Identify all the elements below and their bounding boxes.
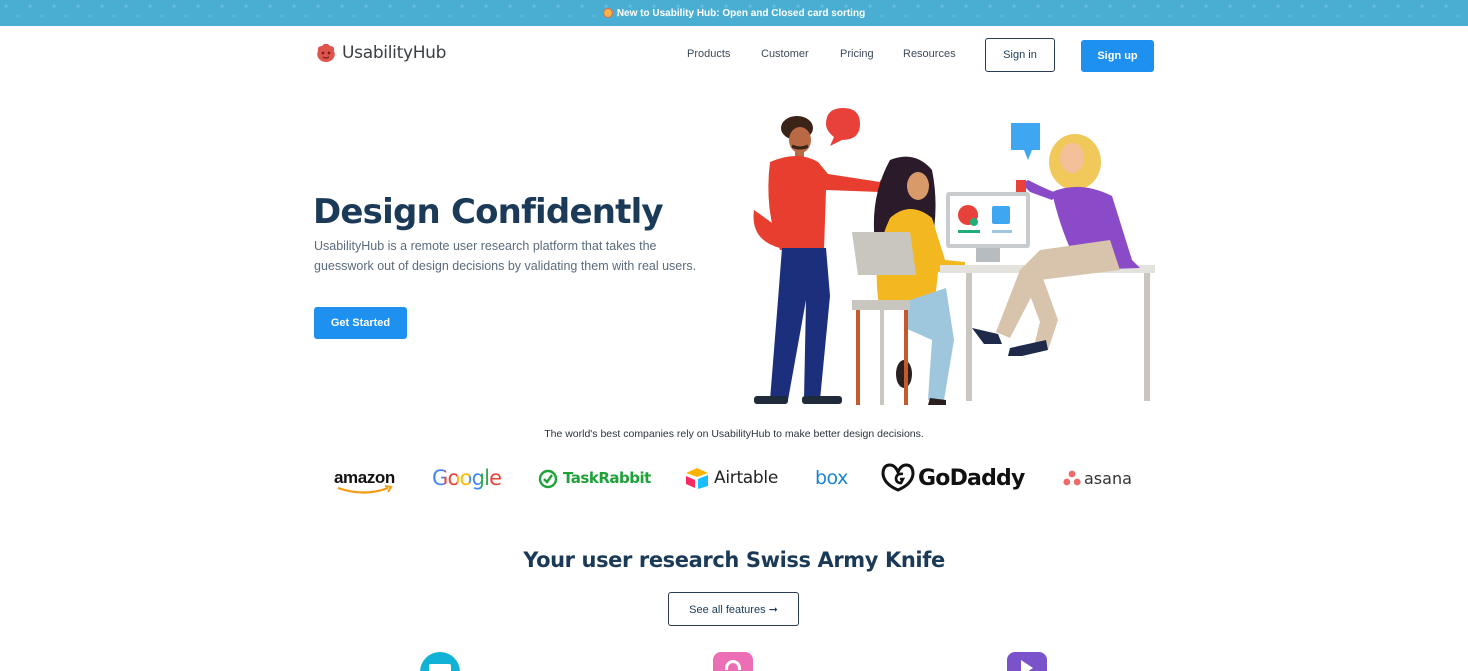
airtable-logo-text: Airtable	[714, 468, 778, 488]
banner-content[interactable]: New to Usability Hub: Open and Closed ca…	[602, 7, 866, 19]
blue-speech-bubble-icon	[1011, 123, 1040, 160]
hero-illustration	[753, 108, 1155, 405]
chair	[852, 232, 916, 405]
chat-icon	[420, 652, 460, 671]
arrow-up-icon	[713, 652, 753, 671]
logo-box: box	[815, 462, 848, 494]
taskrabbit-logo-text: TaskRabbit	[563, 469, 651, 487]
godaddy-icon	[881, 463, 915, 492]
red-speech-bubble-icon	[826, 108, 860, 146]
logo-google: Google	[432, 462, 502, 494]
asana-logo-text: asana	[1084, 468, 1132, 488]
top-navigation: UsabilityHub Products Customer Pricing R…	[0, 26, 1468, 86]
logo[interactable]: UsabilityHub	[315, 42, 446, 64]
see-all-features-button[interactable]: See all features ➞	[668, 592, 799, 626]
logo-godaddy: GoDaddy	[880, 462, 1025, 494]
sign-up-button[interactable]: Sign up	[1081, 40, 1154, 72]
nav-customer[interactable]: Customer	[761, 48, 809, 60]
hero-title: Design Confidently	[313, 192, 664, 232]
sign-in-button[interactable]: Sign in	[985, 38, 1055, 72]
announcement-banner[interactable]: New to Usability Hub: Open and Closed ca…	[0, 0, 1468, 26]
logo-airtable: Airtable	[684, 462, 778, 494]
airtable-icon	[686, 468, 708, 489]
amazon-smile-icon	[337, 485, 393, 494]
logo-asana: asana	[1063, 462, 1132, 494]
google-logo-text: Google	[432, 466, 502, 490]
logo-taskrabbit: TaskRabbit	[537, 462, 651, 494]
get-started-button[interactable]: Get Started	[314, 307, 407, 339]
nav-products[interactable]: Products	[687, 48, 730, 60]
logo-text: UsabilityHub	[342, 43, 447, 63]
taskrabbit-icon	[538, 469, 558, 489]
banner-text: New to Usability Hub: Open and Closed ca…	[616, 7, 866, 19]
usabilityhub-logo-icon	[317, 44, 335, 62]
send-icon	[1007, 652, 1047, 671]
asana-icon	[1063, 470, 1081, 486]
hero-description: UsabilityHub is a remote user research p…	[314, 239, 697, 273]
nav-pricing[interactable]: Pricing	[840, 48, 874, 60]
trust-statement: The world's best companies rely on Usabi…	[544, 428, 924, 440]
features-title: Your user research Swiss Army Knife	[523, 548, 945, 572]
godaddy-logo-text: GoDaddy	[918, 465, 1025, 491]
gift-icon	[602, 8, 613, 18]
box-logo-text: box	[815, 467, 848, 489]
logo-amazon: amazon	[334, 462, 395, 494]
nav-resources[interactable]: Resources	[903, 48, 956, 60]
